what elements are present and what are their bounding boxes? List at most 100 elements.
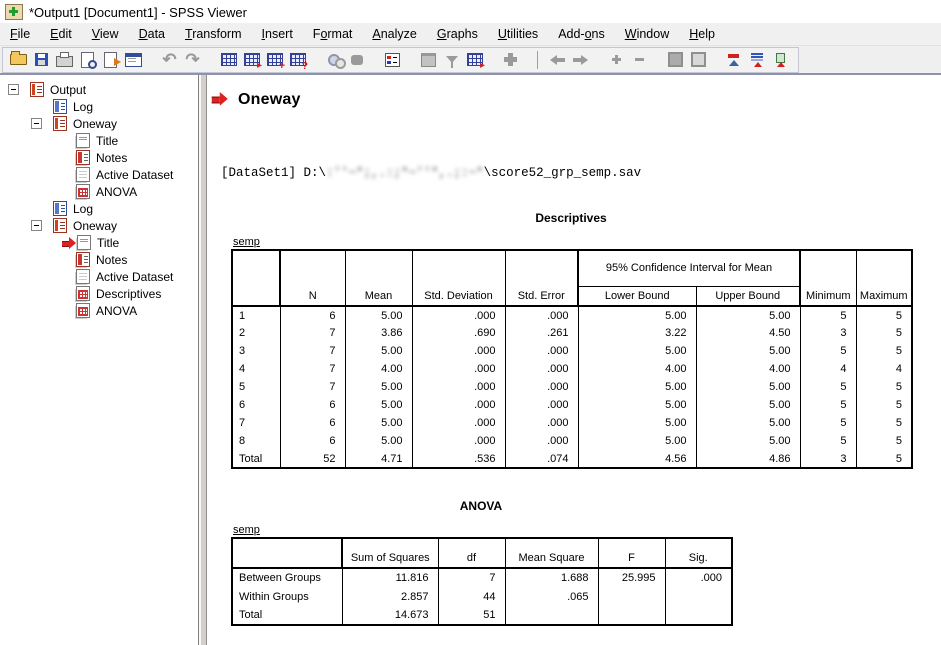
- goto-data-icon[interactable]: [217, 49, 240, 70]
- outline-item-title[interactable]: Title: [0, 234, 198, 251]
- toolbar-group: [499, 49, 522, 70]
- menu-help[interactable]: Help: [679, 24, 725, 44]
- cell: 5.00: [696, 378, 800, 396]
- descriptives-title: Descriptives: [231, 211, 911, 225]
- cell: 5: [856, 342, 912, 360]
- menu-insert[interactable]: Insert: [252, 24, 303, 44]
- outline-item-output[interactable]: Output: [0, 81, 198, 98]
- show-output-icon[interactable]: [664, 49, 687, 70]
- hide-output-icon[interactable]: [687, 49, 710, 70]
- cell: 5: [800, 432, 856, 450]
- cell: 4.86: [696, 450, 800, 468]
- outline-item-label: Title: [96, 134, 118, 148]
- collapse-icon[interactable]: [628, 49, 651, 70]
- save-file-icon[interactable]: [30, 49, 53, 70]
- menu-transform[interactable]: Transform: [175, 24, 252, 44]
- cell: 7: [280, 342, 345, 360]
- outline-item-label: Title: [97, 236, 119, 250]
- outline-item-active-dataset[interactable]: Active Dataset: [0, 268, 198, 285]
- cell: 5.00: [696, 414, 800, 432]
- cell: 5: [856, 432, 912, 450]
- outline-item-log[interactable]: Log: [0, 98, 198, 115]
- print-icon[interactable]: [53, 49, 76, 70]
- outline-item-oneway[interactable]: Oneway: [0, 115, 198, 132]
- outline-item-anova[interactable]: ANOVA: [0, 302, 198, 319]
- menu-window[interactable]: Window: [615, 24, 679, 44]
- outline-size-icon[interactable]: [769, 49, 792, 70]
- cell: 4.71: [345, 450, 412, 468]
- outline-item-notes[interactable]: Notes: [0, 251, 198, 268]
- tree-expander[interactable]: [8, 84, 19, 95]
- outline-item-descriptives[interactable]: Descriptives: [0, 285, 198, 302]
- find-icon[interactable]: [322, 49, 345, 70]
- outline-item-notes[interactable]: Notes: [0, 149, 198, 166]
- cell: .000: [412, 378, 505, 396]
- cell: 3.22: [578, 324, 696, 342]
- goto-case-icon[interactable]: [240, 49, 263, 70]
- promote-icon[interactable]: [723, 49, 746, 70]
- tree-expander[interactable]: [31, 118, 42, 129]
- previous-output-icon[interactable]: [546, 49, 569, 70]
- cell: 5.00: [696, 306, 800, 324]
- column-header: Std. Error: [505, 250, 578, 306]
- menu-data[interactable]: Data: [129, 24, 175, 44]
- variables-icon[interactable]: [263, 49, 286, 70]
- cell: 5.00: [696, 432, 800, 450]
- menu-view[interactable]: View: [82, 24, 129, 44]
- menu-bar: FileEditViewDataTransformInsertFormatAna…: [0, 23, 941, 46]
- weight-cases-icon[interactable]: [463, 49, 486, 70]
- column-header: Minimum: [800, 250, 856, 306]
- open-file-icon[interactable]: [7, 49, 30, 70]
- column-header: F: [598, 538, 665, 568]
- tree-expander[interactable]: [31, 220, 42, 231]
- cell: .690: [412, 324, 505, 342]
- anova-layer-label: semp: [233, 524, 731, 536]
- filter-icon[interactable]: [440, 49, 463, 70]
- pane-splitter[interactable]: [198, 75, 209, 645]
- outline-item-anova[interactable]: ANOVA: [0, 183, 198, 200]
- print-preview-icon[interactable]: [76, 49, 99, 70]
- anova-table[interactable]: Sum of SquaresdfMean SquareFSig.Between …: [231, 537, 733, 626]
- descriptives-layer-label: semp: [233, 236, 911, 248]
- variable-info-icon[interactable]: [286, 49, 309, 70]
- cell: 5.00: [345, 306, 412, 324]
- dataset-path-prefix: [DataSet1] D:\: [221, 166, 326, 180]
- descriptives-table[interactable]: NMeanStd. DeviationStd. Error95% Confide…: [231, 249, 913, 469]
- toolbar-group: [417, 49, 486, 70]
- cell: [665, 606, 732, 625]
- cell: 5: [800, 414, 856, 432]
- redo-icon[interactable]: ↷: [181, 49, 204, 70]
- undo-icon[interactable]: ↶: [158, 49, 181, 70]
- next-output-icon[interactable]: [569, 49, 592, 70]
- cell: .536: [412, 450, 505, 468]
- column-header: N: [280, 250, 345, 306]
- menu-utilities[interactable]: Utilities: [488, 24, 548, 44]
- menu-graphs[interactable]: Graphs: [427, 24, 488, 44]
- menu-add-ons[interactable]: Add-ons: [548, 24, 615, 44]
- outline-item-oneway[interactable]: Oneway: [0, 217, 198, 234]
- export-output-icon[interactable]: [99, 49, 122, 70]
- outline-item-log[interactable]: Log: [0, 200, 198, 217]
- cell: 5.00: [345, 414, 412, 432]
- menu-file[interactable]: File: [0, 24, 40, 44]
- select-last-output-icon[interactable]: [417, 49, 440, 70]
- expand-icon[interactable]: [605, 49, 628, 70]
- cell: 25.995: [598, 568, 665, 587]
- dataset-icon: [76, 167, 90, 182]
- insert-heading-icon[interactable]: [499, 49, 522, 70]
- cell: 7: [280, 324, 345, 342]
- toolbar-group: [605, 49, 651, 70]
- demote-icon[interactable]: [746, 49, 769, 70]
- menu-format[interactable]: Format: [303, 24, 363, 44]
- use-sets-icon[interactable]: [381, 49, 404, 70]
- select-icon[interactable]: [345, 49, 368, 70]
- menu-analyze[interactable]: Analyze: [362, 24, 426, 44]
- toolbar-separator: [537, 51, 538, 69]
- outline-item-title[interactable]: Title: [0, 132, 198, 149]
- recall-dialogs-icon[interactable]: [122, 49, 145, 70]
- outline-item-active-dataset[interactable]: Active Dataset: [0, 166, 198, 183]
- cell: 5.00: [578, 378, 696, 396]
- cell: 4: [856, 360, 912, 378]
- descriptives-block: Descriptives semp NMeanStd. DeviationStd…: [231, 211, 911, 469]
- menu-edit[interactable]: Edit: [40, 24, 82, 44]
